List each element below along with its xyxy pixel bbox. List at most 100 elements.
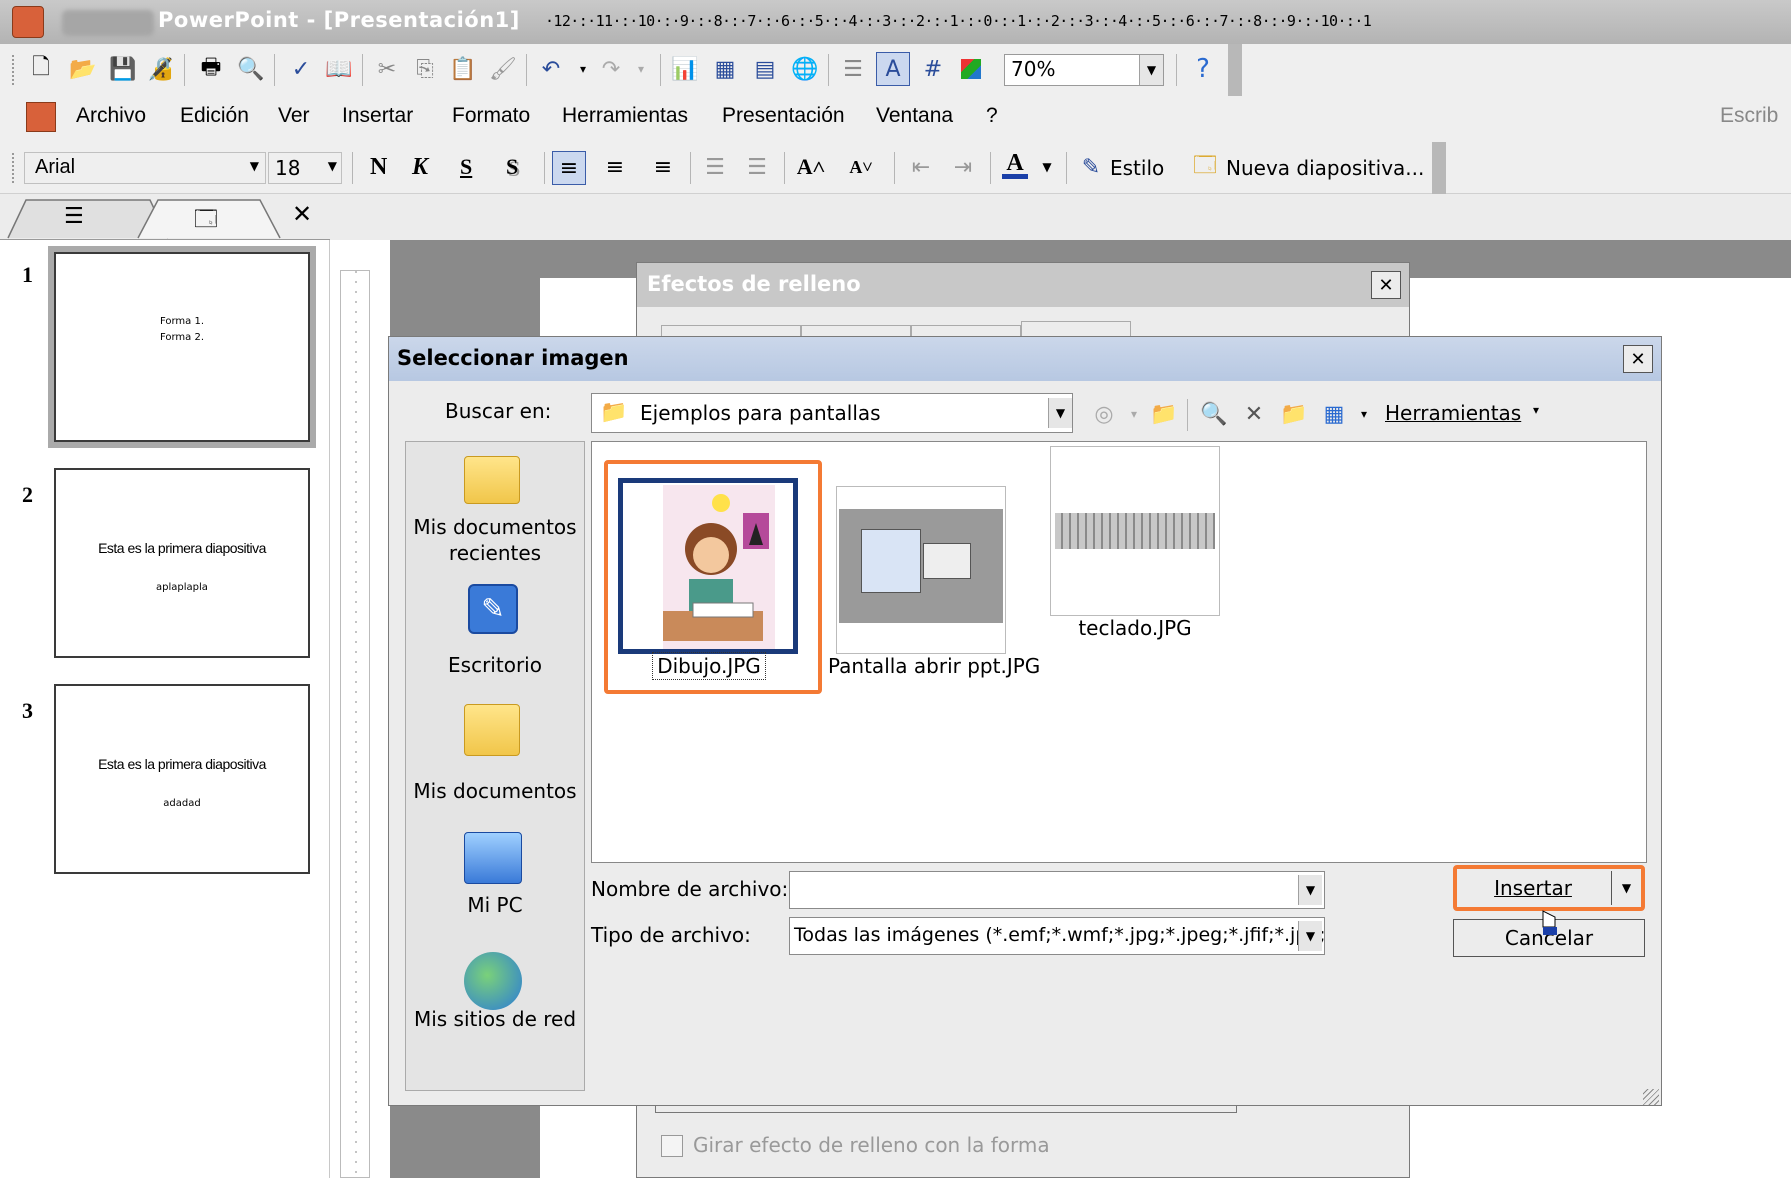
decrease-font-icon[interactable]: A˅: [846, 152, 876, 182]
place-network[interactable]: Mis sitios de red: [408, 1006, 582, 1032]
menu-help[interactable]: ?: [986, 104, 998, 128]
chevron-down-icon[interactable]: ▼: [250, 159, 259, 173]
slide-thumbnail-3[interactable]: Esta es la primera diapositiva adadad: [54, 684, 310, 874]
menu-insertar[interactable]: Insertar: [342, 104, 413, 128]
file-list[interactable]: Dibujo.JPG Pantalla abrir ppt.JPG teclad…: [591, 441, 1647, 863]
up-folder-icon[interactable]: 📁: [1149, 399, 1179, 429]
menu-ventana[interactable]: Ventana: [876, 104, 953, 128]
style-button[interactable]: Estilo: [1110, 156, 1164, 180]
align-right-icon[interactable]: ≡: [648, 152, 678, 182]
my-documents-icon[interactable]: [464, 704, 520, 756]
views-icon[interactable]: ▦: [1319, 399, 1349, 429]
menu-ver[interactable]: Ver: [278, 104, 310, 128]
delete-icon[interactable]: ✕: [1239, 399, 1269, 429]
underline-button[interactable]: S: [460, 154, 472, 180]
close-icon[interactable]: ✕: [1371, 271, 1401, 299]
help-search-box[interactable]: Escrib: [1720, 104, 1778, 128]
new-document-icon[interactable]: 🗋: [26, 54, 56, 84]
slide-thumbnail-2[interactable]: Esta es la primera diapositiva aplaplapl…: [54, 468, 310, 658]
my-computer-icon[interactable]: [464, 832, 522, 884]
slides-tab-icon[interactable]: 🗔: [194, 202, 218, 240]
insert-dropdown-icon[interactable]: ▼: [1611, 871, 1641, 905]
back-icon[interactable]: ◎: [1089, 399, 1119, 429]
numbering-icon[interactable]: ☰: [700, 152, 730, 182]
spelling-icon[interactable]: ✓: [286, 54, 316, 84]
increase-font-icon[interactable]: A˄: [796, 152, 826, 182]
bold-button[interactable]: N: [370, 154, 387, 181]
file-thumbnail-teclado[interactable]: [1050, 446, 1220, 616]
place-my-computer[interactable]: Mi PC: [408, 892, 582, 918]
font-combo[interactable]: Arial ▼: [24, 152, 266, 184]
cut-icon[interactable]: ✂: [372, 54, 402, 84]
help-icon[interactable]: ?: [1188, 54, 1218, 84]
chevron-down-icon[interactable]: ▼: [328, 159, 337, 173]
close-icon[interactable]: ✕: [1623, 345, 1653, 373]
place-my-documents[interactable]: Mis documentos: [408, 778, 582, 804]
chevron-down-icon[interactable]: ▼: [1032, 152, 1062, 182]
toolbar-options-icon[interactable]: [1432, 142, 1446, 194]
redo-dropdown-icon[interactable]: ▾: [626, 54, 656, 84]
redo-icon[interactable]: ↷: [596, 54, 626, 84]
menu-herramientas[interactable]: Herramientas: [562, 104, 688, 128]
powerpoint-app-icon[interactable]: [12, 6, 44, 38]
align-left-icon[interactable]: ≡: [552, 151, 586, 185]
close-icon[interactable]: ✕: [292, 200, 312, 228]
menu-presentacion[interactable]: Presentación: [722, 104, 845, 128]
document-menu-icon[interactable]: [26, 102, 56, 132]
file-name-pantalla[interactable]: Pantalla abrir ppt.JPG: [828, 654, 1040, 678]
recent-documents-icon[interactable]: [464, 456, 520, 504]
style-icon[interactable]: ✎: [1076, 152, 1106, 182]
filetype-select[interactable]: Todas las imágenes (*.emf;*.wmf;*.jpg;*.…: [789, 917, 1325, 955]
save-icon[interactable]: 💾: [108, 54, 138, 84]
undo-dropdown-icon[interactable]: ▾: [568, 54, 598, 84]
insert-button[interactable]: Insertar: [1459, 871, 1607, 905]
decrease-indent-icon[interactable]: ⇤: [906, 152, 936, 182]
paste-icon[interactable]: 📋: [448, 54, 478, 84]
chevron-down-icon[interactable]: ▼: [1048, 398, 1072, 428]
chevron-down-icon[interactable]: ▼: [1298, 875, 1322, 905]
toolbar-grip[interactable]: [12, 153, 17, 183]
desktop-icon[interactable]: ✎: [468, 584, 518, 634]
outline-tab-icon[interactable]: ☰: [64, 204, 84, 229]
file-name-teclado[interactable]: teclado.JPG: [1062, 616, 1208, 640]
increase-indent-icon[interactable]: ⇥: [948, 152, 978, 182]
italic-button[interactable]: K: [412, 154, 428, 181]
align-center-icon[interactable]: ≡: [600, 152, 630, 182]
font-size-combo[interactable]: 18 ▼: [268, 152, 342, 184]
new-slide-icon[interactable]: 🗔: [1190, 152, 1220, 182]
file-thumbnail-dibujo[interactable]: [618, 478, 798, 654]
insert-chart-icon[interactable]: 📊: [670, 54, 700, 84]
font-color-icon[interactable]: A: [1000, 150, 1030, 180]
filename-input[interactable]: ▼: [789, 871, 1325, 909]
file-thumbnail-pantalla[interactable]: [836, 486, 1006, 654]
toolbar-grip[interactable]: [12, 55, 17, 85]
insert-hyperlink-icon[interactable]: 🌐: [790, 54, 820, 84]
file-name-dibujo[interactable]: Dibujo.JPG: [652, 652, 766, 680]
tables-borders-icon[interactable]: ▤: [750, 54, 780, 84]
place-recent-documents[interactable]: Mis documentos recientes: [408, 514, 582, 566]
show-formatting-icon[interactable]: A: [876, 52, 910, 86]
chevron-down-icon[interactable]: ▼: [1298, 921, 1322, 951]
place-desktop[interactable]: Escritorio: [408, 652, 582, 678]
shadow-button[interactable]: S: [506, 154, 518, 180]
show-grid-icon[interactable]: #: [918, 54, 948, 84]
new-slide-button[interactable]: Nueva diapositiva...: [1226, 156, 1424, 180]
menu-archivo[interactable]: Archivo: [76, 104, 146, 128]
permission-icon[interactable]: 🔏: [146, 54, 176, 84]
resize-grip-icon[interactable]: [1643, 1089, 1659, 1105]
print-icon[interactable]: 🖶: [196, 54, 226, 84]
format-painter-icon[interactable]: 🖌: [488, 54, 518, 84]
print-preview-icon[interactable]: 🔍: [236, 54, 266, 84]
chevron-down-icon[interactable]: ▾: [1533, 403, 1539, 417]
zoom-combo[interactable]: 70% ▼: [1004, 54, 1164, 86]
new-folder-icon[interactable]: 📁: [1279, 399, 1309, 429]
chevron-down-icon[interactable]: ▾: [1119, 399, 1149, 429]
research-icon[interactable]: 📖: [324, 54, 354, 84]
look-in-combo[interactable]: 📁 Ejemplos para pantallas ▼: [591, 393, 1073, 433]
rotate-with-shape-checkbox[interactable]: [661, 1135, 683, 1157]
open-folder-icon[interactable]: 📂: [68, 54, 98, 84]
copy-icon[interactable]: ⎘: [410, 54, 440, 84]
slide-thumbnail-1[interactable]: Forma 1. Forma 2.: [48, 246, 316, 448]
menu-edicion[interactable]: Edición: [180, 104, 249, 128]
insert-table-icon[interactable]: ▦: [710, 54, 740, 84]
